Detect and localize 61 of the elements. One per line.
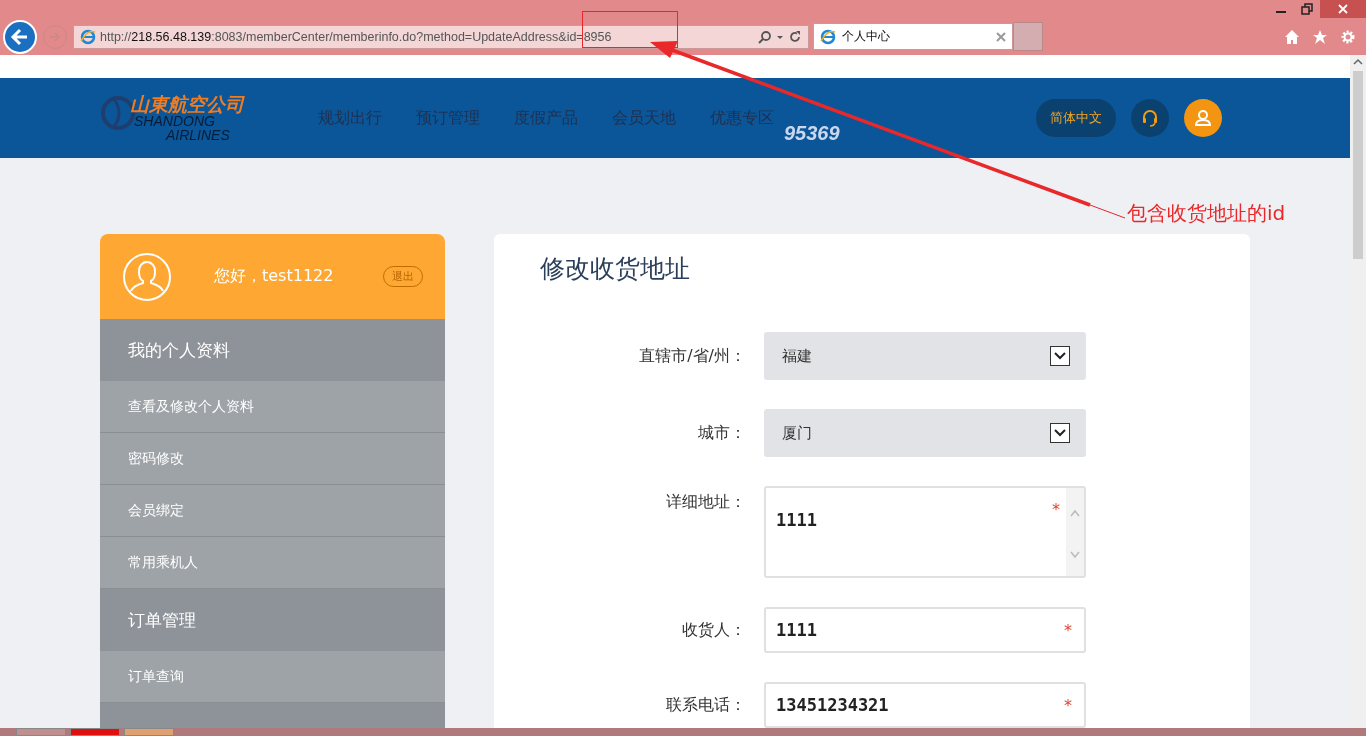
- taskbar-icon[interactable]: [124, 728, 174, 736]
- taskbar-icon[interactable]: [16, 728, 66, 736]
- new-tab-button[interactable]: [1013, 22, 1043, 51]
- nav-link[interactable]: 度假产品: [514, 107, 578, 129]
- nav-link[interactable]: 预订管理: [416, 107, 480, 129]
- form-title: 修改收货地址: [539, 253, 691, 285]
- browser-logo-icon: [820, 28, 836, 45]
- sidebar-item[interactable]: 常用乘机人: [100, 537, 445, 589]
- scrollbar[interactable]: [1066, 488, 1084, 576]
- close-tab-icon[interactable]: [996, 31, 1006, 42]
- sidebar-item[interactable]: 密码修改: [100, 433, 445, 485]
- field-label: 联系电话：: [665, 694, 747, 716]
- required-mark: *: [1064, 620, 1072, 640]
- close-icon[interactable]: [1320, 0, 1366, 18]
- account-button[interactable]: [1184, 99, 1222, 137]
- input-field[interactable]: 1111 *: [764, 607, 1086, 653]
- support-button[interactable]: [1131, 99, 1169, 137]
- back-arrow-icon: [10, 26, 30, 47]
- user-icon: [1193, 108, 1213, 128]
- search-icon[interactable]: [758, 29, 772, 44]
- browser-logo-icon: [80, 28, 96, 45]
- home-icon[interactable]: [1284, 28, 1300, 45]
- sidebar-section[interactable]: 我的个人资料: [100, 319, 445, 381]
- input-field[interactable]: 13451234321 *: [764, 682, 1086, 728]
- greeting-text: 您好，test1122: [214, 266, 335, 287]
- logo-text: 山東航空公司: [130, 94, 244, 114]
- avatar-icon: [122, 251, 172, 302]
- refresh-icon[interactable]: [788, 29, 802, 44]
- scrollbar[interactable]: [1350, 55, 1366, 728]
- sidebar-section[interactable]: 订单管理: [100, 589, 445, 651]
- field-label: 详细地址：: [665, 491, 747, 513]
- annotation-text: 包含收货地址的id: [1127, 200, 1286, 227]
- field-label: 收货人：: [681, 619, 747, 641]
- dropdown-icon[interactable]: [1050, 346, 1070, 366]
- tab-title: 个人中心: [842, 28, 890, 45]
- required-mark: *: [1052, 500, 1060, 519]
- select-field[interactable]: 福建: [764, 332, 1086, 380]
- select-field[interactable]: 厦门: [764, 409, 1086, 457]
- scroll-thumb[interactable]: [1353, 71, 1363, 259]
- browser-tab[interactable]: 个人中心: [813, 23, 1013, 50]
- star-icon[interactable]: [1312, 28, 1328, 45]
- logo-subtext: SHANDONG: [134, 113, 215, 128]
- field-label: 直辖市/省/州：: [638, 345, 747, 367]
- field-label: 城市：: [697, 422, 747, 444]
- scroll-down-icon[interactable]: [1069, 550, 1081, 560]
- required-mark: *: [1064, 695, 1072, 715]
- taskbar-icon[interactable]: [70, 728, 120, 736]
- language-button[interactable]: 简体中文: [1036, 99, 1116, 137]
- logo-subtext: AIRLINES: [166, 127, 231, 142]
- address-field[interactable]: 1111 *: [764, 486, 1086, 578]
- sidebar-item[interactable]: 订单查询: [100, 651, 445, 703]
- hotline-number: 95369: [784, 121, 840, 145]
- nav-link[interactable]: 优惠专区: [710, 107, 774, 129]
- sidebar-item[interactable]: 会员绑定: [100, 485, 445, 537]
- settings-icon[interactable]: [1340, 28, 1356, 45]
- dropdown-icon[interactable]: [1050, 423, 1070, 443]
- nav-link[interactable]: 会员天地: [612, 107, 676, 129]
- nav-link[interactable]: 规划出行: [318, 107, 382, 129]
- headset-icon: [1140, 108, 1160, 128]
- back-button[interactable]: [3, 19, 37, 54]
- sidebar-item[interactable]: 查看及修改个人资料: [100, 381, 445, 433]
